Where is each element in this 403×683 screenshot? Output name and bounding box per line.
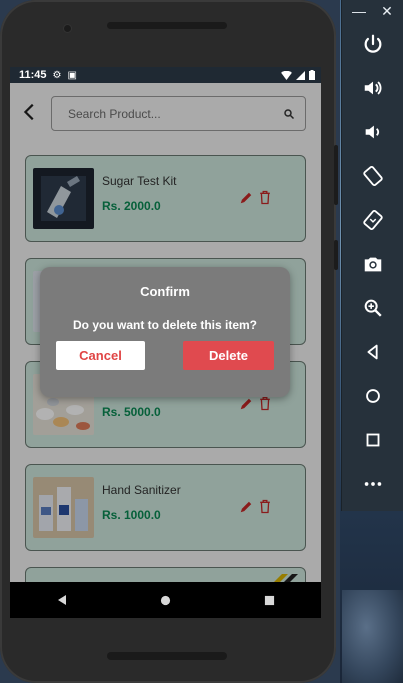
zoom-icon [364,299,382,317]
overview-square-icon [366,433,380,447]
status-time: 11:45 [19,69,47,81]
rotate-right-button[interactable] [357,204,389,236]
phone-power-key [334,240,338,270]
emulator-toolbar: — ✕ [341,0,403,511]
zoom-button[interactable] [357,292,389,324]
screenshot-button[interactable] [357,248,389,280]
front-camera [64,25,71,32]
rotate-left-icon [363,165,383,187]
cancel-button[interactable]: Cancel [56,341,145,370]
confirm-dialog: Confirm Do you want to delete this item?… [40,267,290,397]
wifi-icon [281,70,292,80]
earpiece-speaker [107,22,227,29]
image-notification-icon: ▣ [67,69,77,81]
phone-frame: 11:45 ⚙ ▣ Search Product... Sugar Test K… [0,0,338,683]
signal-icon [296,70,305,80]
home-circle-icon [366,389,380,403]
nav-overview-button[interactable] [249,590,289,610]
more-icon [364,482,382,486]
delete-button[interactable]: Delete [183,341,274,370]
volume-up-icon [364,81,382,95]
minimize-button[interactable]: — [350,2,368,20]
power-button[interactable] [357,28,389,60]
dialog-message: Do you want to delete this item? [72,318,257,332]
more-button[interactable] [357,468,389,500]
status-bar: 11:45 ⚙ ▣ [10,67,321,83]
rotate-left-button[interactable] [357,160,389,192]
toolbar-header: — ✕ [342,0,403,22]
volume-down-button[interactable] [357,116,389,148]
nav-back-button[interactable] [42,590,82,610]
modal-overlay[interactable]: Confirm Do you want to delete this item?… [10,83,321,582]
nav-back-icon [57,595,66,605]
desktop-rock [342,590,403,683]
dialog-title: Confirm [140,284,190,299]
settings-gear-icon: ⚙ [52,69,62,81]
camera-icon [364,257,382,272]
volume-up-button[interactable] [357,72,389,104]
rotate-right-icon [363,209,383,231]
back-triangle-icon [367,344,378,360]
overview-button[interactable] [357,424,389,456]
home-button[interactable] [357,380,389,412]
back-button[interactable] [357,336,389,368]
phone-volume-key [334,145,338,205]
power-icon [364,34,382,53]
bottom-speaker [107,652,227,660]
nav-home-icon [160,595,171,605]
volume-down-icon [365,125,380,139]
status-icons [281,70,315,80]
nav-home-button[interactable] [145,590,185,610]
phone-screen: 11:45 ⚙ ▣ Search Product... Sugar Test K… [10,67,321,618]
battery-icon [309,70,315,80]
close-button[interactable]: ✕ [378,2,396,20]
nav-overview-icon [264,595,274,605]
android-nav-bar [10,582,321,618]
